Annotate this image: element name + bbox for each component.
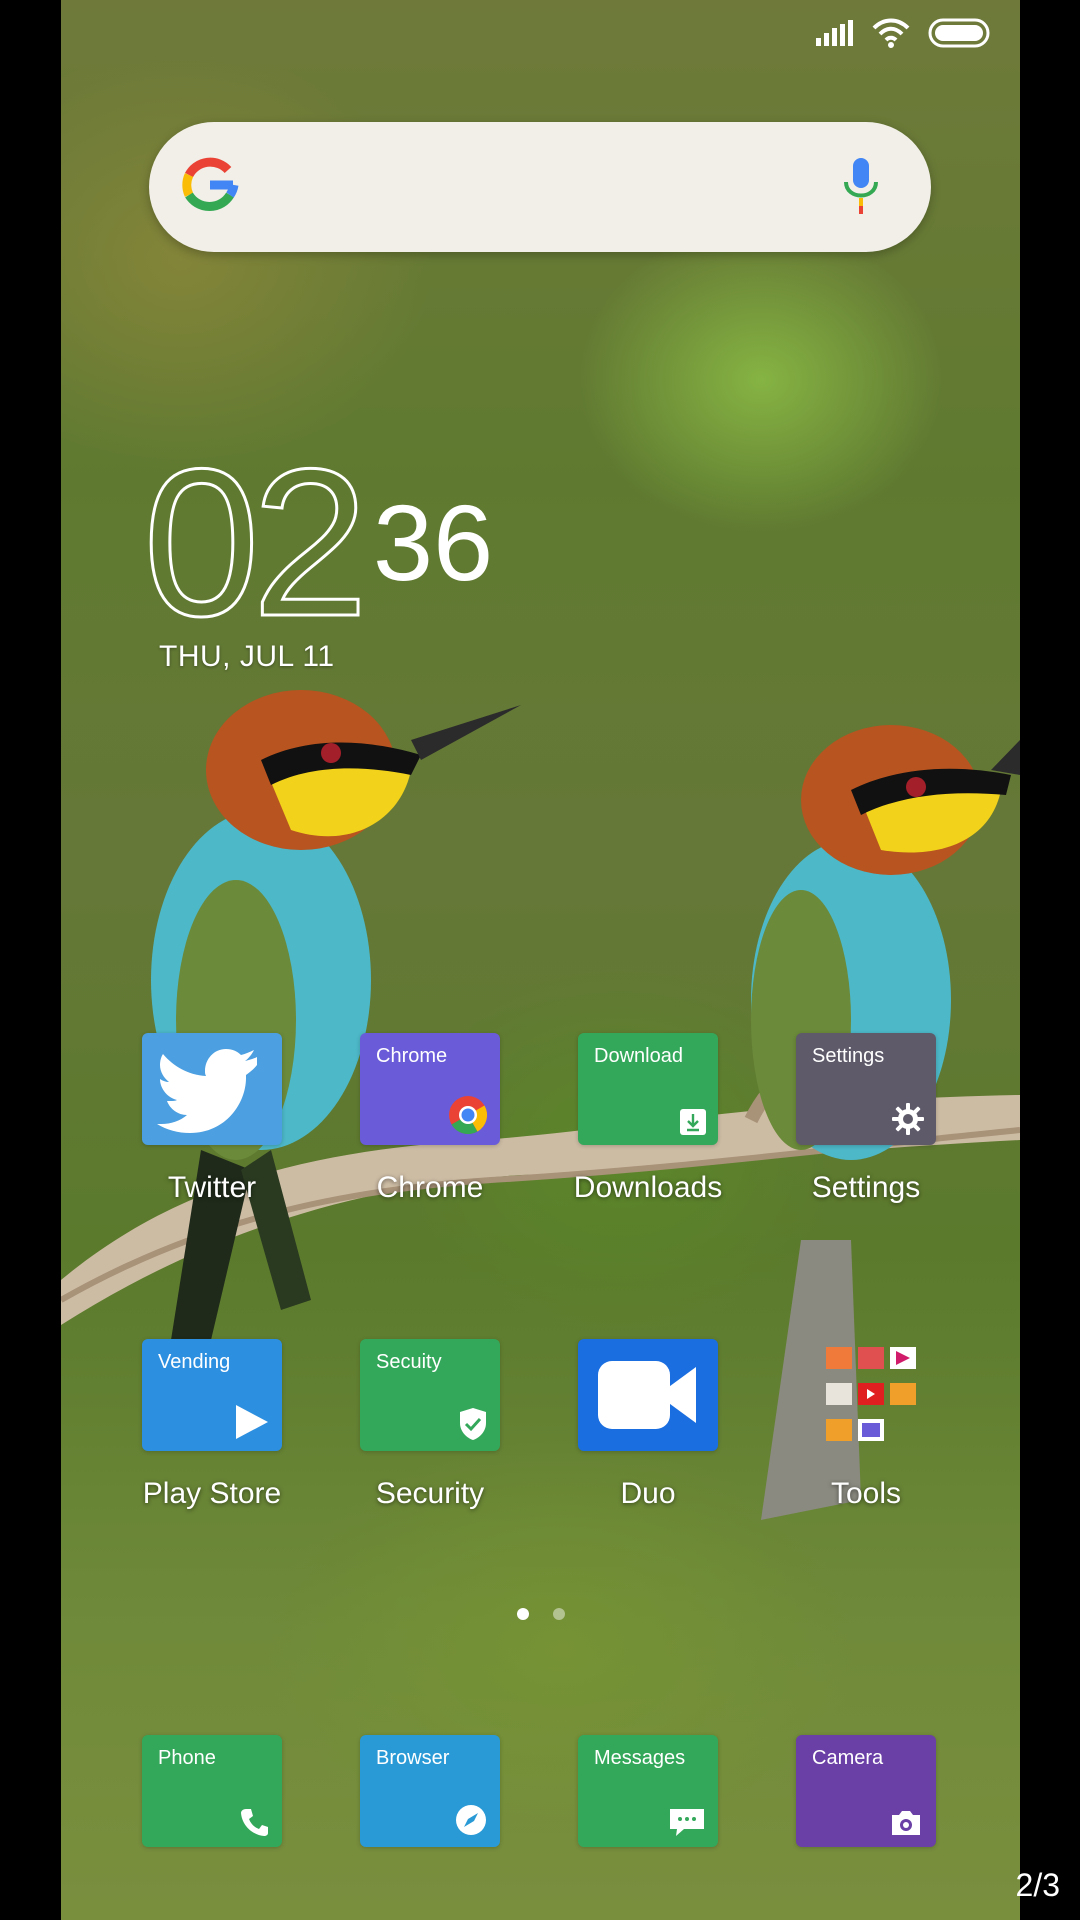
app-tile[interactable]: Vending	[142, 1339, 282, 1451]
tile-text: Messages	[594, 1747, 686, 1769]
status-bar	[816, 18, 992, 48]
page-dot[interactable]	[552, 1608, 565, 1620]
wifi-icon	[872, 18, 910, 48]
app-label: Settings	[811, 1171, 921, 1204]
twitter-bird-icon	[157, 1049, 257, 1133]
battery-icon	[928, 18, 990, 48]
app-tile[interactable]: Secuity	[360, 1339, 500, 1451]
clock-hour: 02	[143, 450, 361, 630]
clock-minute: 36	[373, 482, 493, 603]
shield-check-icon	[460, 1408, 486, 1440]
gear-icon	[892, 1103, 924, 1135]
app-tile[interactable]: Messages	[578, 1735, 718, 1847]
google-search-bar[interactable]	[149, 122, 931, 252]
tile-text: Chrome	[376, 1045, 448, 1067]
dock-messages[interactable]: Messages	[558, 1735, 738, 1847]
browser-icon	[456, 1805, 486, 1835]
clock-date: THU, JUL 11	[159, 640, 335, 673]
app-label: Security	[375, 1477, 485, 1510]
camera-icon	[892, 1811, 920, 1835]
download-icon	[680, 1109, 706, 1135]
dock-browser[interactable]: Browser	[340, 1735, 520, 1847]
app-label: Tools	[830, 1477, 902, 1510]
tile-text: Vending	[158, 1351, 231, 1373]
chrome-icon	[449, 1096, 488, 1135]
tile-text: Phone	[158, 1747, 216, 1769]
signal-icon	[816, 20, 853, 46]
wallpaper-birds	[61, 690, 1020, 1520]
tile-text: Download	[594, 1045, 683, 1067]
folder-icon[interactable]	[796, 1339, 936, 1451]
tile-text: Settings	[812, 1045, 885, 1067]
app-chrome[interactable]: Chrome Chrome	[340, 1033, 520, 1205]
app-tile[interactable]: Chrome	[360, 1033, 500, 1145]
mic-icon[interactable]	[841, 156, 881, 216]
app-label: Downloads	[573, 1171, 723, 1204]
app-downloads[interactable]: Download Downloads	[558, 1033, 738, 1205]
tile-text: Camera	[812, 1747, 884, 1769]
app-label: Twitter	[167, 1171, 257, 1204]
app-tile[interactable]: Phone	[142, 1735, 282, 1847]
play-icon	[236, 1405, 268, 1439]
message-icon	[670, 1809, 704, 1836]
app-play-store[interactable]: Vending Play Store	[122, 1339, 302, 1511]
phone-icon	[241, 1809, 268, 1836]
app-tile[interactable]: Settings	[796, 1033, 936, 1145]
app-twitter[interactable]: Twitter	[122, 1033, 302, 1205]
app-tile[interactable]: Camera	[796, 1735, 936, 1847]
app-tools-folder[interactable]: Tools	[776, 1339, 956, 1511]
page-counter: 2/3	[1015, 1867, 1060, 1903]
app-tile[interactable]: Download	[578, 1033, 718, 1145]
google-g-icon	[182, 157, 239, 211]
dock-phone[interactable]: Phone	[122, 1735, 302, 1847]
app-duo[interactable]: Duo	[558, 1339, 738, 1511]
app-security[interactable]: Secuity Security	[340, 1339, 520, 1511]
tile-text: Browser	[376, 1747, 450, 1769]
clock-widget[interactable]: 02 36	[142, 424, 563, 662]
page-dot-active[interactable]	[516, 1608, 529, 1620]
app-tile[interactable]	[142, 1033, 282, 1145]
home-screen: 02 36 THU, JUL 11 Twitter Chrome Chrome	[61, 0, 1020, 1920]
app-tile[interactable]: Browser	[360, 1735, 500, 1847]
app-tile[interactable]	[578, 1339, 718, 1451]
video-camera-icon	[598, 1361, 696, 1429]
tile-text: Secuity	[376, 1351, 442, 1373]
page-indicator[interactable]	[61, 1608, 1020, 1620]
app-settings[interactable]: Settings Settings	[776, 1033, 956, 1205]
dock-camera[interactable]: Camera	[776, 1735, 956, 1847]
app-label: Play Store	[142, 1477, 282, 1510]
app-label: Chrome	[376, 1171, 484, 1204]
app-label: Duo	[620, 1477, 676, 1510]
